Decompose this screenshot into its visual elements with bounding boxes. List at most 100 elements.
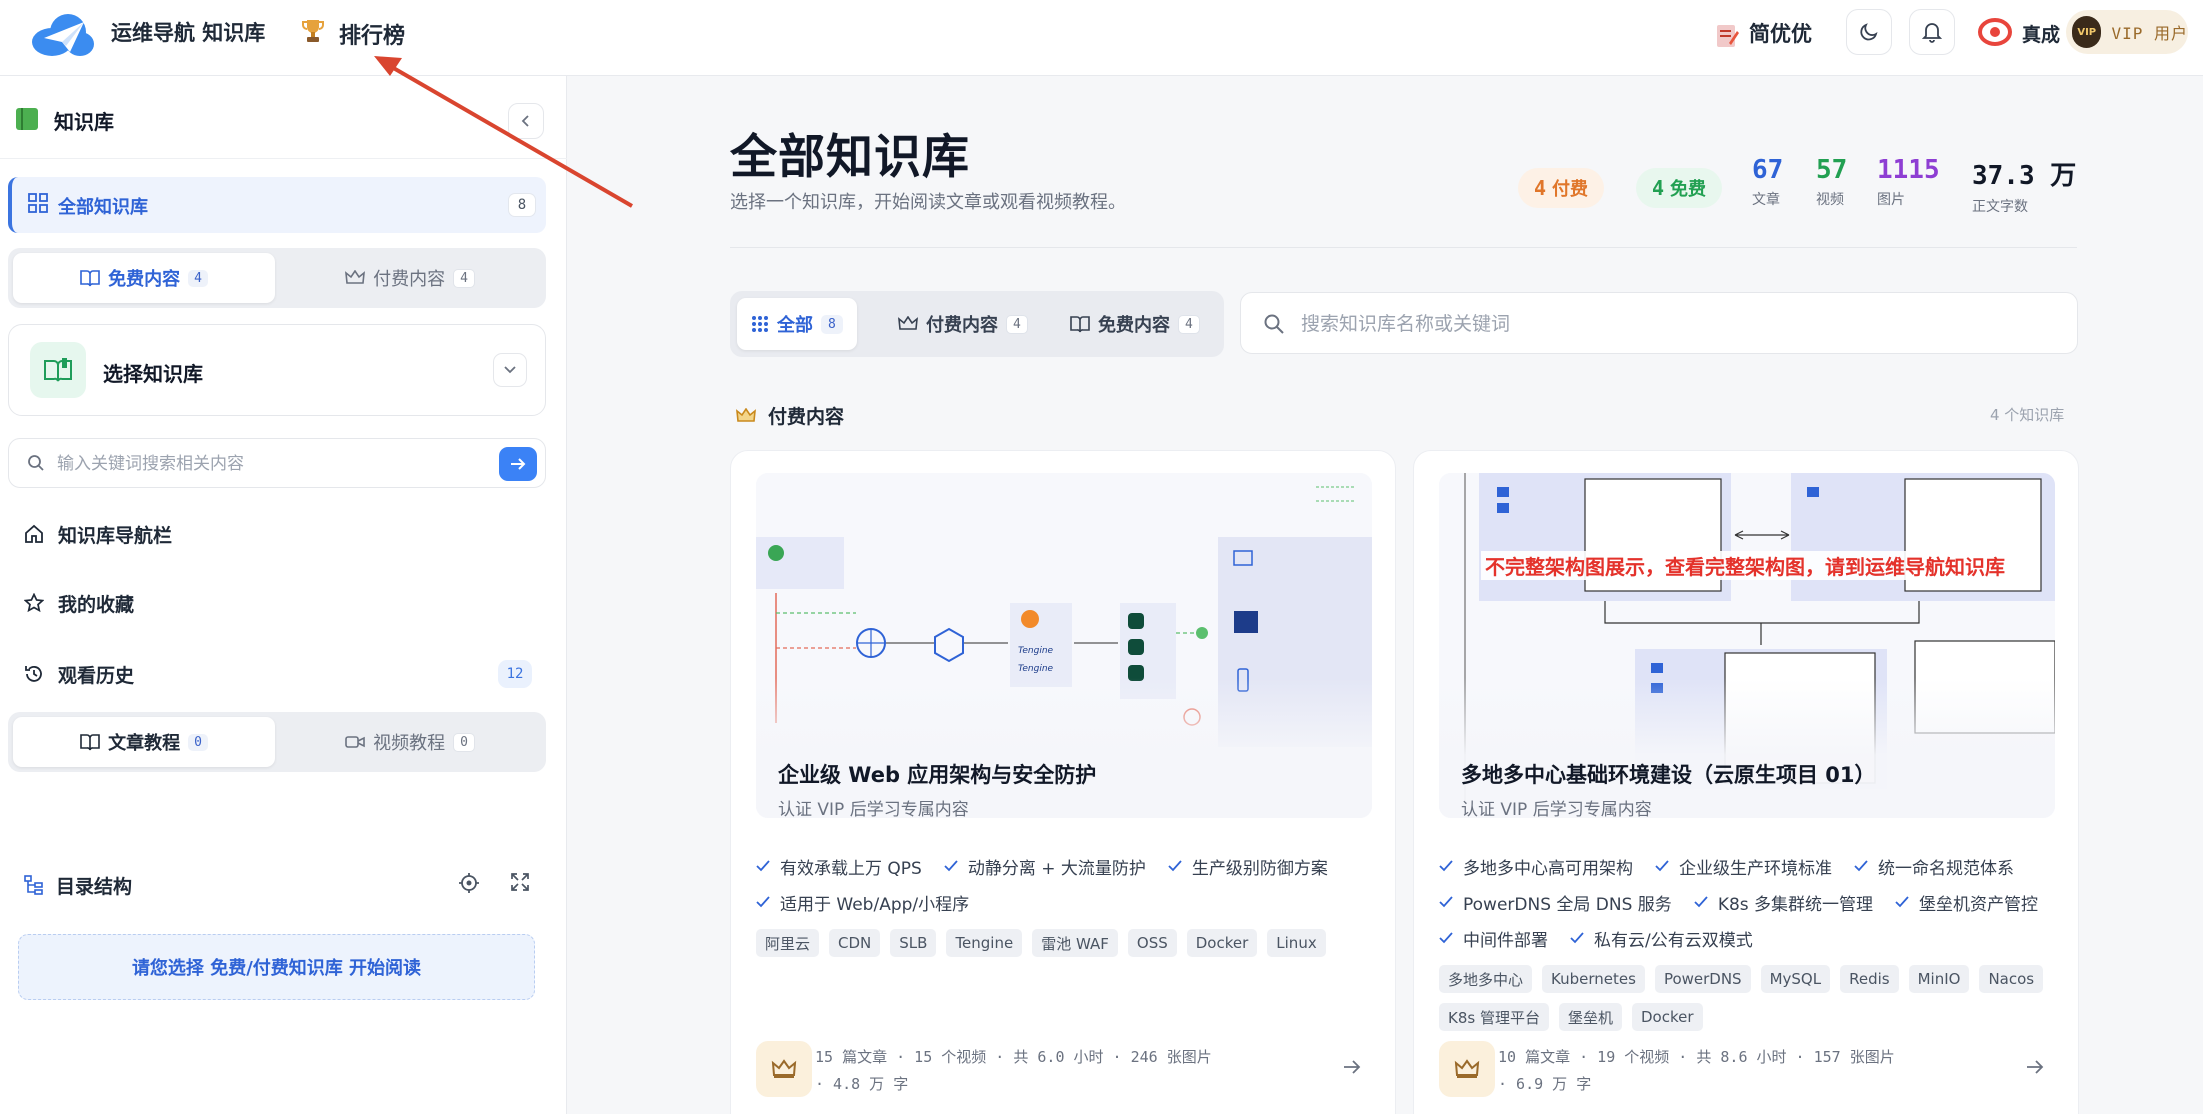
header-divider: [730, 247, 2077, 248]
feature-item: 动静分离 + 大流量防护: [944, 851, 1146, 881]
feature-label: PowerDNS 全局 DNS 服务: [1463, 894, 1672, 915]
tab-paid-label: 付费内容: [373, 269, 446, 290]
check-icon: [1570, 932, 1584, 944]
tag[interactable]: Nacos: [1979, 965, 2044, 993]
tag[interactable]: 阿里云: [756, 929, 820, 957]
favorites-label: 我的收藏: [58, 593, 135, 616]
sidebar-search: [8, 438, 546, 488]
jianyouyou-link[interactable]: 简优优: [1749, 18, 1812, 48]
feature-label: 企业级生产环境标准: [1679, 858, 1832, 879]
locate-icon[interactable]: [458, 872, 480, 894]
sidebar-search-input[interactable]: [57, 451, 487, 477]
sidebar-item-all-kb[interactable]: 全部知识库 8: [8, 177, 546, 233]
section-paid-header: 付费内容: [736, 402, 844, 429]
notification-button[interactable]: [1909, 9, 1955, 55]
chevron-left-icon: [520, 114, 532, 128]
filter-free[interactable]: 免费内容 4: [1056, 298, 1214, 350]
filter-paid[interactable]: 付费内容 4: [884, 298, 1042, 350]
crown-icon: [736, 407, 756, 424]
page-title: 全部知识库: [730, 130, 970, 185]
rank-link[interactable]: 排行榜: [339, 18, 405, 50]
sidebar-item-history[interactable]: 观看历史: [24, 654, 134, 694]
open-book-icon: [80, 269, 100, 287]
top-bar: 运维导航 知识库 排行榜 简优优 真成 VIP VIP 用户: [0, 0, 2203, 76]
arrow-right-icon[interactable]: [1343, 1059, 1361, 1075]
tab-video-tutorial[interactable]: 视频教程 0: [279, 717, 541, 767]
dark-mode-toggle[interactable]: [1846, 9, 1892, 55]
tag[interactable]: MinIO: [1908, 965, 1970, 993]
vip-user-badge[interactable]: VIP VIP 用户: [2066, 10, 2188, 54]
check-icon: [1854, 860, 1868, 872]
home-icon: [24, 524, 44, 544]
card-meta: 10 篇文章 · 19 个视频 · 共 8.6 小时 · 157 张图片 · 6…: [1498, 1044, 1968, 1098]
tag[interactable]: SLB: [890, 929, 937, 957]
arrow-right-icon[interactable]: [2026, 1059, 2044, 1075]
tutorial-type-tabs: 文章教程 0 视频教程 0: [8, 712, 546, 772]
tag[interactable]: K8s 管理平台: [1439, 1003, 1549, 1031]
book-icon: [16, 108, 38, 130]
tab-paid-content[interactable]: 付费内容 4: [279, 253, 541, 303]
feature-item: 中间件部署: [1439, 923, 1548, 953]
check-icon: [1895, 896, 1909, 908]
stat-value: 37.3 万: [1972, 161, 2077, 191]
check-icon: [756, 896, 770, 908]
feature-label: 堡垒机资产管控: [1919, 894, 2039, 915]
tag[interactable]: PowerDNS: [1654, 965, 1751, 993]
collapse-sidebar-button[interactable]: [508, 103, 544, 139]
crown-icon: [898, 316, 918, 332]
kb-card[interactable]: 不完整架构图展示，查看完整架构图，请到运维导航知识库 多地多中心基础环境建设（云…: [1413, 450, 2079, 1114]
trophy-icon[interactable]: [302, 18, 324, 44]
stat-label: 图片: [1877, 192, 1905, 208]
kb-card[interactable]: Tengine Tengine 企业级 Web 应用架构与安全防护 认证 VIP…: [730, 450, 1396, 1114]
open-book-icon: [1070, 315, 1090, 333]
tag[interactable]: OSS: [1127, 929, 1177, 957]
moon-icon: [1859, 22, 1879, 42]
toc-header: 目录结构: [24, 868, 132, 902]
filter-all[interactable]: 全部 8: [737, 298, 857, 350]
notepad-icon[interactable]: [1715, 21, 1739, 49]
sidebar-item-kb-nav[interactable]: 知识库导航栏: [24, 514, 172, 554]
tag[interactable]: Docker: [1631, 1003, 1703, 1031]
paid-count: 4: [1534, 176, 1547, 200]
filter-free-count: 4: [1178, 314, 1200, 334]
all-kb-label: 全部知识库: [58, 197, 148, 218]
kb-search-input[interactable]: [1301, 309, 2041, 339]
tag[interactable]: CDN: [829, 929, 881, 957]
section-count: 4 个知识库: [1990, 406, 2065, 424]
feature-label: 适用于 Web/App/小程序: [780, 894, 970, 915]
page-subtitle: 选择一个知识库，开始阅读文章或观看视频教程。: [730, 192, 1126, 213]
feature-label: 中间件部署: [1463, 930, 1548, 951]
user-logo-icon[interactable]: [1978, 17, 2012, 47]
book-pen-icon: [80, 733, 100, 751]
tag[interactable]: Docker: [1186, 929, 1258, 957]
card-meta-line: 15 篇文章 · 15 个视频 · 共 6.0 小时 · 246 张图片: [815, 1048, 1212, 1066]
paid-count-pill: 4 付费: [1518, 168, 1605, 208]
check-icon: [1439, 860, 1453, 872]
brand-title[interactable]: 运维导航 知识库: [111, 17, 265, 47]
feature-item: 统一命名规范体系: [1854, 851, 2014, 881]
crown-icon: [756, 1041, 812, 1097]
tag[interactable]: Tengine: [946, 929, 1023, 957]
select-kb-dropdown[interactable]: 选择知识库: [8, 324, 546, 416]
tab-article-tutorial[interactable]: 文章教程 0: [13, 717, 275, 767]
search-submit-button[interactable]: [499, 447, 537, 481]
sidebar-item-favorites[interactable]: 我的收藏: [24, 583, 134, 623]
kb-nav-label: 知识库导航栏: [58, 524, 173, 547]
tag[interactable]: MySQL: [1760, 965, 1831, 993]
card-subtitle: 认证 VIP 后学习专属内容: [1461, 800, 1652, 818]
user-name[interactable]: 真成: [2022, 20, 2060, 47]
card-meta-line: · 4.8 万 字: [815, 1075, 909, 1093]
stat-articles: 67 文章: [1752, 155, 1783, 209]
tag[interactable]: Kubernetes: [1542, 965, 1645, 993]
tab-free-content[interactable]: 免费内容 4: [13, 253, 275, 303]
feature-label: 动静分离 + 大流量防护: [967, 858, 1146, 879]
grid-icon: [28, 193, 48, 213]
tag[interactable]: 堡垒机: [1558, 1003, 1622, 1031]
tag[interactable]: 多地多中心: [1439, 965, 1533, 993]
cloud-plane-logo-icon[interactable]: [30, 8, 96, 60]
tag[interactable]: Linux: [1267, 929, 1326, 957]
tag[interactable]: Redis: [1840, 965, 1899, 993]
tag[interactable]: 雷池 WAF: [1032, 929, 1118, 957]
vip-crown-icon: VIP: [2072, 16, 2102, 48]
expand-icon[interactable]: [510, 872, 530, 892]
